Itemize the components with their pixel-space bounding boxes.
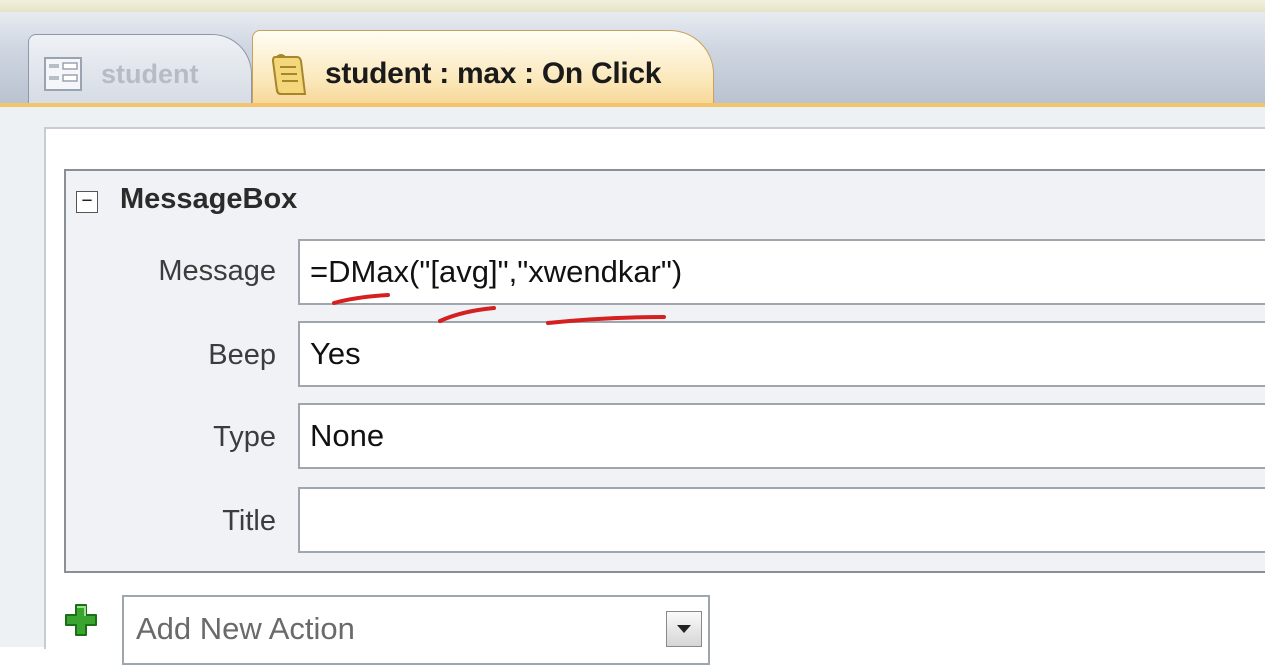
window-top-edge: [0, 0, 1265, 12]
add-new-action-placeholder: Add New Action: [136, 611, 355, 646]
document-tab-bar: student student : max : On Click: [0, 12, 1265, 117]
argument-label-beep: Beep: [208, 339, 276, 371]
message-field[interactable]: =DMax("[avg]","xwendkar"): [298, 239, 1265, 305]
argument-label-type: Type: [213, 421, 276, 453]
macro-designer-canvas: − MessageBox Message =DMax("[avg]","xwen…: [44, 127, 1265, 665]
action-name: MessageBox: [120, 183, 298, 215]
argument-label-message: Message: [158, 255, 276, 287]
chevron-down-icon: [677, 625, 691, 633]
add-new-action-row: Add New Action: [64, 595, 764, 665]
annotation-underline-avg: [438, 306, 496, 323]
title-field[interactable]: [298, 487, 1265, 553]
plus-icon[interactable]: [64, 603, 98, 637]
macro-icon: [271, 54, 307, 95]
collapse-icon[interactable]: −: [76, 191, 98, 213]
argument-label-title: Title: [222, 505, 276, 537]
macro-designer-area: − MessageBox Message =DMax("[avg]","xwen…: [0, 107, 1265, 665]
add-new-action-combobox[interactable]: Add New Action: [122, 595, 710, 665]
type-field[interactable]: None: [298, 403, 1265, 469]
beep-field[interactable]: Yes: [298, 321, 1265, 387]
tab-student[interactable]: student: [28, 34, 252, 113]
tab-label: student : max : On Click: [325, 57, 662, 90]
action-block-messagebox: − MessageBox Message =DMax("[avg]","xwen…: [64, 169, 1265, 573]
form-icon: [44, 57, 82, 91]
tab-label: student: [101, 58, 199, 89]
dropdown-button[interactable]: [666, 611, 702, 647]
